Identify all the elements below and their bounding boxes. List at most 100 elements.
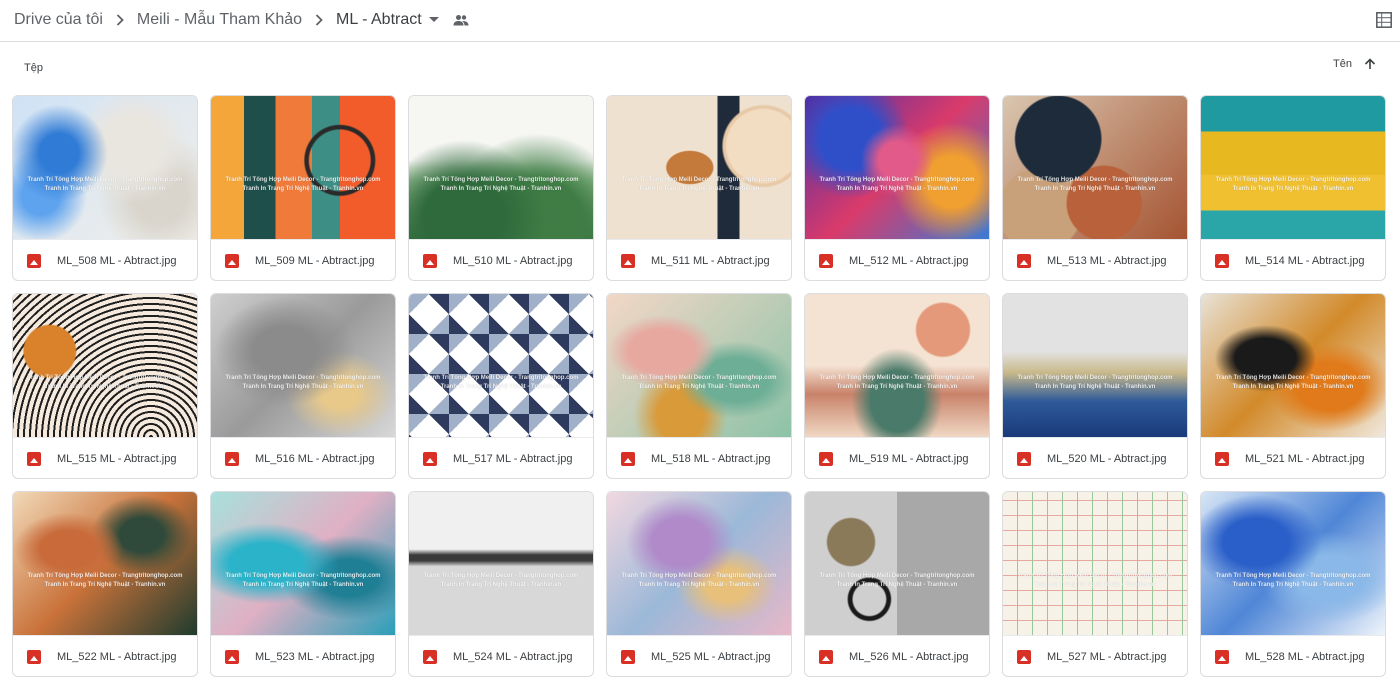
file-name[interactable]: ML_527 ML - Abtract.jpg (1047, 651, 1166, 663)
file-card[interactable]: Tranh Trí Tổng Hợp Meili Decor - Trangtr… (1200, 491, 1386, 677)
file-thumbnail[interactable]: Tranh Trí Tổng Hợp Meili Decor - Trangtr… (1003, 96, 1187, 240)
file-thumbnail[interactable]: Tranh Trí Tổng Hợp Meili Decor - Trangtr… (607, 294, 791, 438)
file-name[interactable]: ML_515 ML - Abtract.jpg (57, 453, 176, 465)
file-thumbnail[interactable]: Tranh Trí Tổng Hợp Meili Decor - Trangtr… (409, 492, 593, 636)
file-thumbnail[interactable]: Tranh Trí Tổng Hợp Meili Decor - Trangtr… (805, 492, 989, 636)
file-name[interactable]: ML_508 ML - Abtract.jpg (57, 255, 176, 267)
breadcrumb-current-folder[interactable]: ML - Abtract (336, 11, 422, 29)
sort-control[interactable]: Tên (1333, 58, 1376, 70)
file-card[interactable]: Tranh Trí Tổng Hợp Meili Decor - Trangtr… (408, 95, 594, 281)
file-card[interactable]: Tranh Trí Tổng Hợp Meili Decor - Trangtr… (804, 95, 990, 281)
file-card[interactable]: Tranh Trí Tổng Hợp Meili Decor - Trangtr… (210, 491, 396, 677)
file-name[interactable]: ML_520 ML - Abtract.jpg (1047, 453, 1166, 465)
image-file-icon (621, 451, 635, 466)
file-name[interactable]: ML_523 ML - Abtract.jpg (255, 651, 374, 663)
watermark-line: Tranh In Trang Trí Nghệ Thuật - Tranhin.… (638, 185, 760, 192)
file-card[interactable]: Tranh Trí Tổng Hợp Meili Decor - Trangtr… (1002, 95, 1188, 281)
file-name[interactable]: ML_524 ML - Abtract.jpg (453, 651, 572, 663)
file-thumbnail[interactable]: Tranh Trí Tổng Hợp Meili Decor - Trangtr… (409, 96, 593, 240)
file-thumbnail[interactable]: Tranh Trí Tổng Hợp Meili Decor - Trangtr… (211, 96, 395, 240)
sort-label[interactable]: Tên (1333, 58, 1352, 70)
file-card[interactable]: Tranh Trí Tổng Hợp Meili Decor - Trangtr… (804, 491, 990, 677)
file-name[interactable]: ML_511 ML - Abtract.jpg (651, 255, 770, 267)
watermark-line: Tranh Trí Tổng Hợp Meili Decor - Trangtr… (1215, 572, 1371, 579)
file-name[interactable]: ML_522 ML - Abtract.jpg (57, 651, 176, 663)
breadcrumb-meili-folder[interactable]: Meili - Mẫu Tham Khảo (137, 11, 302, 29)
file-card[interactable]: Tranh Trí Tổng Hợp Meili Decor - Trangtr… (606, 491, 792, 677)
file-card[interactable]: Tranh Trí Tổng Hợp Meili Decor - Trangtr… (804, 293, 990, 479)
file-thumbnail[interactable]: Tranh Trí Tổng Hợp Meili Decor - Trangtr… (805, 96, 989, 240)
file-thumbnail[interactable]: Tranh Trí Tổng Hợp Meili Decor - Trangtr… (1201, 96, 1385, 240)
file-card[interactable]: Tranh Trí Tổng Hợp Meili Decor - Trangtr… (210, 293, 396, 479)
file-name[interactable]: ML_509 ML - Abtract.jpg (255, 255, 374, 267)
file-name[interactable]: ML_512 ML - Abtract.jpg (849, 255, 968, 267)
thumbnail-watermark: Tranh Trí Tổng Hợp Meili Decor - Trangtr… (420, 572, 582, 590)
file-card[interactable]: Tranh Trí Tổng Hợp Meili Decor - Trangtr… (1002, 293, 1188, 479)
file-name[interactable]: ML_517 ML - Abtract.jpg (453, 453, 572, 465)
file-name[interactable]: ML_521 ML - Abtract.jpg (1245, 453, 1364, 465)
file-name[interactable]: ML_514 ML - Abtract.jpg (1245, 255, 1364, 267)
watermark-line: Tranh In Trang Trí Nghệ Thuật - Tranhin.… (242, 581, 364, 588)
thumbnail-watermark: Tranh Trí Tổng Hợp Meili Decor - Trangtr… (420, 374, 582, 392)
image-file-icon (27, 649, 41, 664)
file-thumbnail[interactable]: Tranh Trí Tổng Hợp Meili Decor - Trangtr… (13, 96, 197, 240)
file-meta: ML_515 ML - Abtract.jpg (13, 438, 197, 478)
file-card[interactable]: Tranh Trí Tổng Hợp Meili Decor - Trangtr… (408, 491, 594, 677)
watermark-line: Tranh In Trang Trí Nghệ Thuật - Tranhin.… (836, 185, 958, 192)
watermark-line: Tranh In Trang Trí Nghệ Thuật - Tranhin.… (440, 581, 562, 588)
file-card[interactable]: Tranh Trí Tổng Hợp Meili Decor - Trangtr… (408, 293, 594, 479)
file-card[interactable]: Tranh Trí Tổng Hợp Meili Decor - Trangtr… (606, 293, 792, 479)
file-thumbnail[interactable]: Tranh Trí Tổng Hợp Meili Decor - Trangtr… (211, 294, 395, 438)
thumbnail-watermark: Tranh Trí Tổng Hợp Meili Decor - Trangtr… (618, 176, 780, 194)
file-name[interactable]: ML_519 ML - Abtract.jpg (849, 453, 968, 465)
watermark-line: Tranh In Trang Trí Nghệ Thuật - Tranhin.… (1232, 581, 1354, 588)
top-bar: Drive của tôi Meili - Mẫu Tham Khảo ML -… (0, 0, 1400, 42)
breadcrumb-my-drive[interactable]: Drive của tôi (14, 11, 103, 29)
file-thumbnail[interactable]: Tranh Trí Tổng Hợp Meili Decor - Trangtr… (607, 96, 791, 240)
file-thumbnail[interactable]: Tranh Trí Tổng Hợp Meili Decor - Trangtr… (805, 294, 989, 438)
file-card[interactable]: Tranh Trí Tổng Hợp Meili Decor - Trangtr… (12, 293, 198, 479)
file-thumbnail[interactable]: Tranh Trí Tổng Hợp Meili Decor - Trangtr… (1003, 294, 1187, 438)
thumbnail-watermark: Tranh Trí Tổng Hợp Meili Decor - Trangtr… (1014, 572, 1176, 590)
thumbnail-watermark: Tranh Trí Tổng Hợp Meili Decor - Trangtr… (1212, 176, 1374, 194)
image-file-icon (225, 451, 239, 466)
file-card[interactable]: Tranh Trí Tổng Hợp Meili Decor - Trangtr… (12, 491, 198, 677)
file-name[interactable]: ML_518 ML - Abtract.jpg (651, 453, 770, 465)
file-thumbnail[interactable]: Tranh Trí Tổng Hợp Meili Decor - Trangtr… (1003, 492, 1187, 636)
file-thumbnail[interactable]: Tranh Trí Tổng Hợp Meili Decor - Trangtr… (211, 492, 395, 636)
file-meta: ML_513 ML - Abtract.jpg (1003, 240, 1187, 280)
shared-people-icon (453, 14, 469, 26)
file-name[interactable]: ML_510 ML - Abtract.jpg (453, 255, 572, 267)
file-card[interactable]: Tranh Trí Tổng Hợp Meili Decor - Trangtr… (12, 95, 198, 281)
arrow-up-icon[interactable] (1364, 58, 1376, 70)
file-thumbnail[interactable]: Tranh Trí Tổng Hợp Meili Decor - Trangtr… (607, 492, 791, 636)
file-thumbnail[interactable]: Tranh Trí Tổng Hợp Meili Decor - Trangtr… (13, 294, 197, 438)
file-name[interactable]: ML_526 ML - Abtract.jpg (849, 651, 968, 663)
file-card[interactable]: Tranh Trí Tổng Hợp Meili Decor - Trangtr… (1200, 293, 1386, 479)
file-card[interactable]: Tranh Trí Tổng Hợp Meili Decor - Trangtr… (1002, 491, 1188, 677)
file-card[interactable]: Tranh Trí Tổng Hợp Meili Decor - Trangtr… (210, 95, 396, 281)
file-name[interactable]: ML_516 ML - Abtract.jpg (255, 453, 374, 465)
watermark-line: Tranh In Trang Trí Nghệ Thuật - Tranhin.… (1034, 383, 1156, 390)
watermark-line: Tranh Trí Tổng Hợp Meili Decor - Trangtr… (423, 176, 579, 183)
image-file-icon (27, 451, 41, 466)
file-thumbnail[interactable]: Tranh Trí Tổng Hợp Meili Decor - Trangtr… (409, 294, 593, 438)
file-card[interactable]: Tranh Trí Tổng Hợp Meili Decor - Trangtr… (1200, 95, 1386, 281)
file-name[interactable]: ML_528 ML - Abtract.jpg (1245, 651, 1364, 663)
file-thumbnail[interactable]: Tranh Trí Tổng Hợp Meili Decor - Trangtr… (13, 492, 197, 636)
file-meta: ML_511 ML - Abtract.jpg (607, 240, 791, 280)
file-name[interactable]: ML_513 ML - Abtract.jpg (1047, 255, 1166, 267)
image-file-icon (27, 253, 41, 268)
file-card[interactable]: Tranh Trí Tổng Hợp Meili Decor - Trangtr… (606, 95, 792, 281)
grid-view-icon[interactable] (1376, 12, 1392, 33)
watermark-line: Tranh In Trang Trí Nghệ Thuật - Tranhin.… (638, 383, 760, 390)
caret-down-icon[interactable] (428, 17, 439, 23)
thumbnail-watermark: Tranh Trí Tổng Hợp Meili Decor - Trangtr… (24, 176, 186, 194)
file-thumbnail[interactable]: Tranh Trí Tổng Hợp Meili Decor - Trangtr… (1201, 492, 1385, 636)
image-file-icon (621, 649, 635, 664)
file-name[interactable]: ML_525 ML - Abtract.jpg (651, 651, 770, 663)
watermark-line: Tranh In Trang Trí Nghệ Thuật - Tranhin.… (1232, 185, 1354, 192)
file-meta: ML_521 ML - Abtract.jpg (1201, 438, 1385, 478)
watermark-line: Tranh In Trang Trí Nghệ Thuật - Tranhin.… (44, 383, 166, 390)
file-thumbnail[interactable]: Tranh Trí Tổng Hợp Meili Decor - Trangtr… (1201, 294, 1385, 438)
